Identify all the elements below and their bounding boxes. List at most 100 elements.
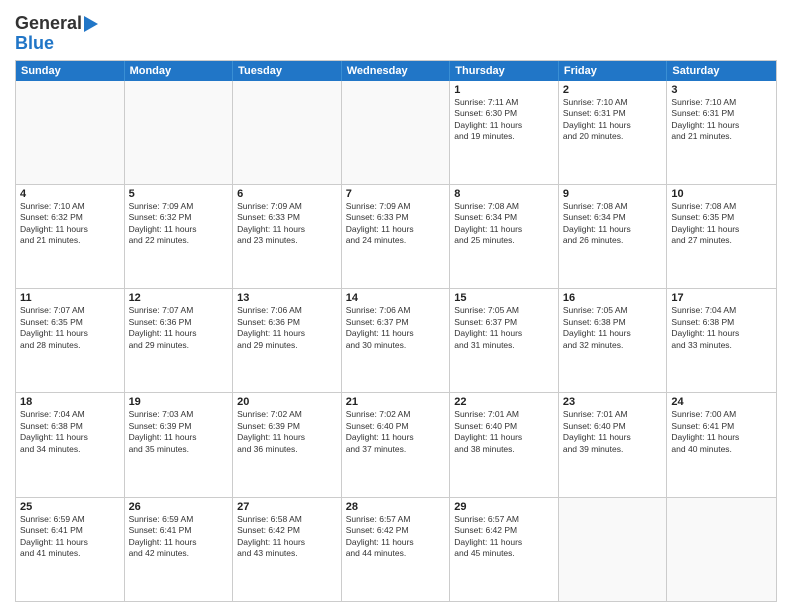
calendar-cell: 16Sunrise: 7:05 AM Sunset: 6:38 PM Dayli… [559,289,668,392]
day-info: Sunrise: 7:07 AM Sunset: 6:36 PM Dayligh… [129,305,229,351]
day-number: 18 [20,396,120,408]
calendar-cell: 5Sunrise: 7:09 AM Sunset: 6:32 PM Daylig… [125,185,234,288]
day-header-friday: Friday [559,61,668,81]
day-number: 29 [454,501,554,513]
day-number: 12 [129,292,229,304]
day-info: Sunrise: 6:57 AM Sunset: 6:42 PM Dayligh… [346,514,446,560]
calendar-cell: 7Sunrise: 7:09 AM Sunset: 6:33 PM Daylig… [342,185,451,288]
day-info: Sunrise: 7:08 AM Sunset: 6:34 PM Dayligh… [563,201,663,247]
day-number: 22 [454,396,554,408]
calendar-cell: 8Sunrise: 7:08 AM Sunset: 6:34 PM Daylig… [450,185,559,288]
day-info: Sunrise: 6:57 AM Sunset: 6:42 PM Dayligh… [454,514,554,560]
day-info: Sunrise: 7:08 AM Sunset: 6:35 PM Dayligh… [671,201,772,247]
day-number: 25 [20,501,120,513]
calendar-cell: 20Sunrise: 7:02 AM Sunset: 6:39 PM Dayli… [233,393,342,496]
day-number: 11 [20,292,120,304]
calendar-cell: 9Sunrise: 7:08 AM Sunset: 6:34 PM Daylig… [559,185,668,288]
day-info: Sunrise: 7:10 AM Sunset: 6:31 PM Dayligh… [563,97,663,143]
calendar-cell: 22Sunrise: 7:01 AM Sunset: 6:40 PM Dayli… [450,393,559,496]
calendar-cell [233,81,342,184]
calendar-cell [667,498,776,601]
day-header-monday: Monday [125,61,234,81]
calendar-cell: 24Sunrise: 7:00 AM Sunset: 6:41 PM Dayli… [667,393,776,496]
calendar-cell: 23Sunrise: 7:01 AM Sunset: 6:40 PM Dayli… [559,393,668,496]
day-number: 17 [671,292,772,304]
calendar-cell: 6Sunrise: 7:09 AM Sunset: 6:33 PM Daylig… [233,185,342,288]
logo-text-general: General [15,14,98,34]
day-number: 6 [237,188,337,200]
day-header-thursday: Thursday [450,61,559,81]
calendar-cell: 25Sunrise: 6:59 AM Sunset: 6:41 PM Dayli… [16,498,125,601]
day-info: Sunrise: 7:01 AM Sunset: 6:40 PM Dayligh… [454,409,554,455]
day-info: Sunrise: 7:07 AM Sunset: 6:35 PM Dayligh… [20,305,120,351]
day-number: 26 [129,501,229,513]
calendar-cell: 19Sunrise: 7:03 AM Sunset: 6:39 PM Dayli… [125,393,234,496]
day-header-saturday: Saturday [667,61,776,81]
logo: General Blue [15,14,98,54]
day-number: 23 [563,396,663,408]
calendar-cell: 17Sunrise: 7:04 AM Sunset: 6:38 PM Dayli… [667,289,776,392]
day-info: Sunrise: 7:04 AM Sunset: 6:38 PM Dayligh… [20,409,120,455]
calendar-cell: 15Sunrise: 7:05 AM Sunset: 6:37 PM Dayli… [450,289,559,392]
day-number: 5 [129,188,229,200]
calendar-header: SundayMondayTuesdayWednesdayThursdayFrid… [16,61,776,81]
day-number: 9 [563,188,663,200]
day-info: Sunrise: 7:01 AM Sunset: 6:40 PM Dayligh… [563,409,663,455]
calendar-week-3: 18Sunrise: 7:04 AM Sunset: 6:38 PM Dayli… [16,393,776,497]
day-info: Sunrise: 7:09 AM Sunset: 6:33 PM Dayligh… [346,201,446,247]
calendar-cell: 14Sunrise: 7:06 AM Sunset: 6:37 PM Dayli… [342,289,451,392]
day-number: 28 [346,501,446,513]
header: General Blue [15,10,777,54]
day-info: Sunrise: 7:02 AM Sunset: 6:40 PM Dayligh… [346,409,446,455]
day-info: Sunrise: 7:10 AM Sunset: 6:32 PM Dayligh… [20,201,120,247]
day-number: 20 [237,396,337,408]
calendar-cell: 26Sunrise: 6:59 AM Sunset: 6:41 PM Dayli… [125,498,234,601]
day-info: Sunrise: 7:09 AM Sunset: 6:33 PM Dayligh… [237,201,337,247]
day-number: 13 [237,292,337,304]
calendar-cell: 21Sunrise: 7:02 AM Sunset: 6:40 PM Dayli… [342,393,451,496]
day-info: Sunrise: 6:59 AM Sunset: 6:41 PM Dayligh… [20,514,120,560]
calendar-cell [342,81,451,184]
day-number: 14 [346,292,446,304]
day-number: 24 [671,396,772,408]
day-number: 16 [563,292,663,304]
day-number: 27 [237,501,337,513]
calendar-cell [125,81,234,184]
logo-arrow-icon [84,16,98,32]
day-number: 4 [20,188,120,200]
day-number: 10 [671,188,772,200]
calendar-cell: 27Sunrise: 6:58 AM Sunset: 6:42 PM Dayli… [233,498,342,601]
day-info: Sunrise: 7:06 AM Sunset: 6:36 PM Dayligh… [237,305,337,351]
calendar-week-4: 25Sunrise: 6:59 AM Sunset: 6:41 PM Dayli… [16,498,776,601]
day-header-tuesday: Tuesday [233,61,342,81]
calendar-cell: 12Sunrise: 7:07 AM Sunset: 6:36 PM Dayli… [125,289,234,392]
calendar-week-2: 11Sunrise: 7:07 AM Sunset: 6:35 PM Dayli… [16,289,776,393]
day-header-sunday: Sunday [16,61,125,81]
calendar-week-0: 1Sunrise: 7:11 AM Sunset: 6:30 PM Daylig… [16,81,776,185]
day-number: 21 [346,396,446,408]
day-number: 8 [454,188,554,200]
calendar-cell [16,81,125,184]
day-info: Sunrise: 7:04 AM Sunset: 6:38 PM Dayligh… [671,305,772,351]
day-info: Sunrise: 6:58 AM Sunset: 6:42 PM Dayligh… [237,514,337,560]
day-number: 2 [563,84,663,96]
day-info: Sunrise: 7:05 AM Sunset: 6:37 PM Dayligh… [454,305,554,351]
day-info: Sunrise: 7:05 AM Sunset: 6:38 PM Dayligh… [563,305,663,351]
day-info: Sunrise: 7:00 AM Sunset: 6:41 PM Dayligh… [671,409,772,455]
day-info: Sunrise: 6:59 AM Sunset: 6:41 PM Dayligh… [129,514,229,560]
calendar-cell [559,498,668,601]
day-info: Sunrise: 7:03 AM Sunset: 6:39 PM Dayligh… [129,409,229,455]
logo-text-blue: Blue [15,34,54,54]
day-info: Sunrise: 7:06 AM Sunset: 6:37 PM Dayligh… [346,305,446,351]
day-header-wednesday: Wednesday [342,61,451,81]
calendar-body: 1Sunrise: 7:11 AM Sunset: 6:30 PM Daylig… [16,81,776,601]
calendar-cell: 28Sunrise: 6:57 AM Sunset: 6:42 PM Dayli… [342,498,451,601]
calendar-cell: 2Sunrise: 7:10 AM Sunset: 6:31 PM Daylig… [559,81,668,184]
calendar-week-1: 4Sunrise: 7:10 AM Sunset: 6:32 PM Daylig… [16,185,776,289]
day-number: 15 [454,292,554,304]
calendar-cell: 4Sunrise: 7:10 AM Sunset: 6:32 PM Daylig… [16,185,125,288]
calendar-cell: 1Sunrise: 7:11 AM Sunset: 6:30 PM Daylig… [450,81,559,184]
page: General Blue SundayMondayTuesdayWednesda… [0,0,792,612]
day-info: Sunrise: 7:10 AM Sunset: 6:31 PM Dayligh… [671,97,772,143]
day-number: 19 [129,396,229,408]
